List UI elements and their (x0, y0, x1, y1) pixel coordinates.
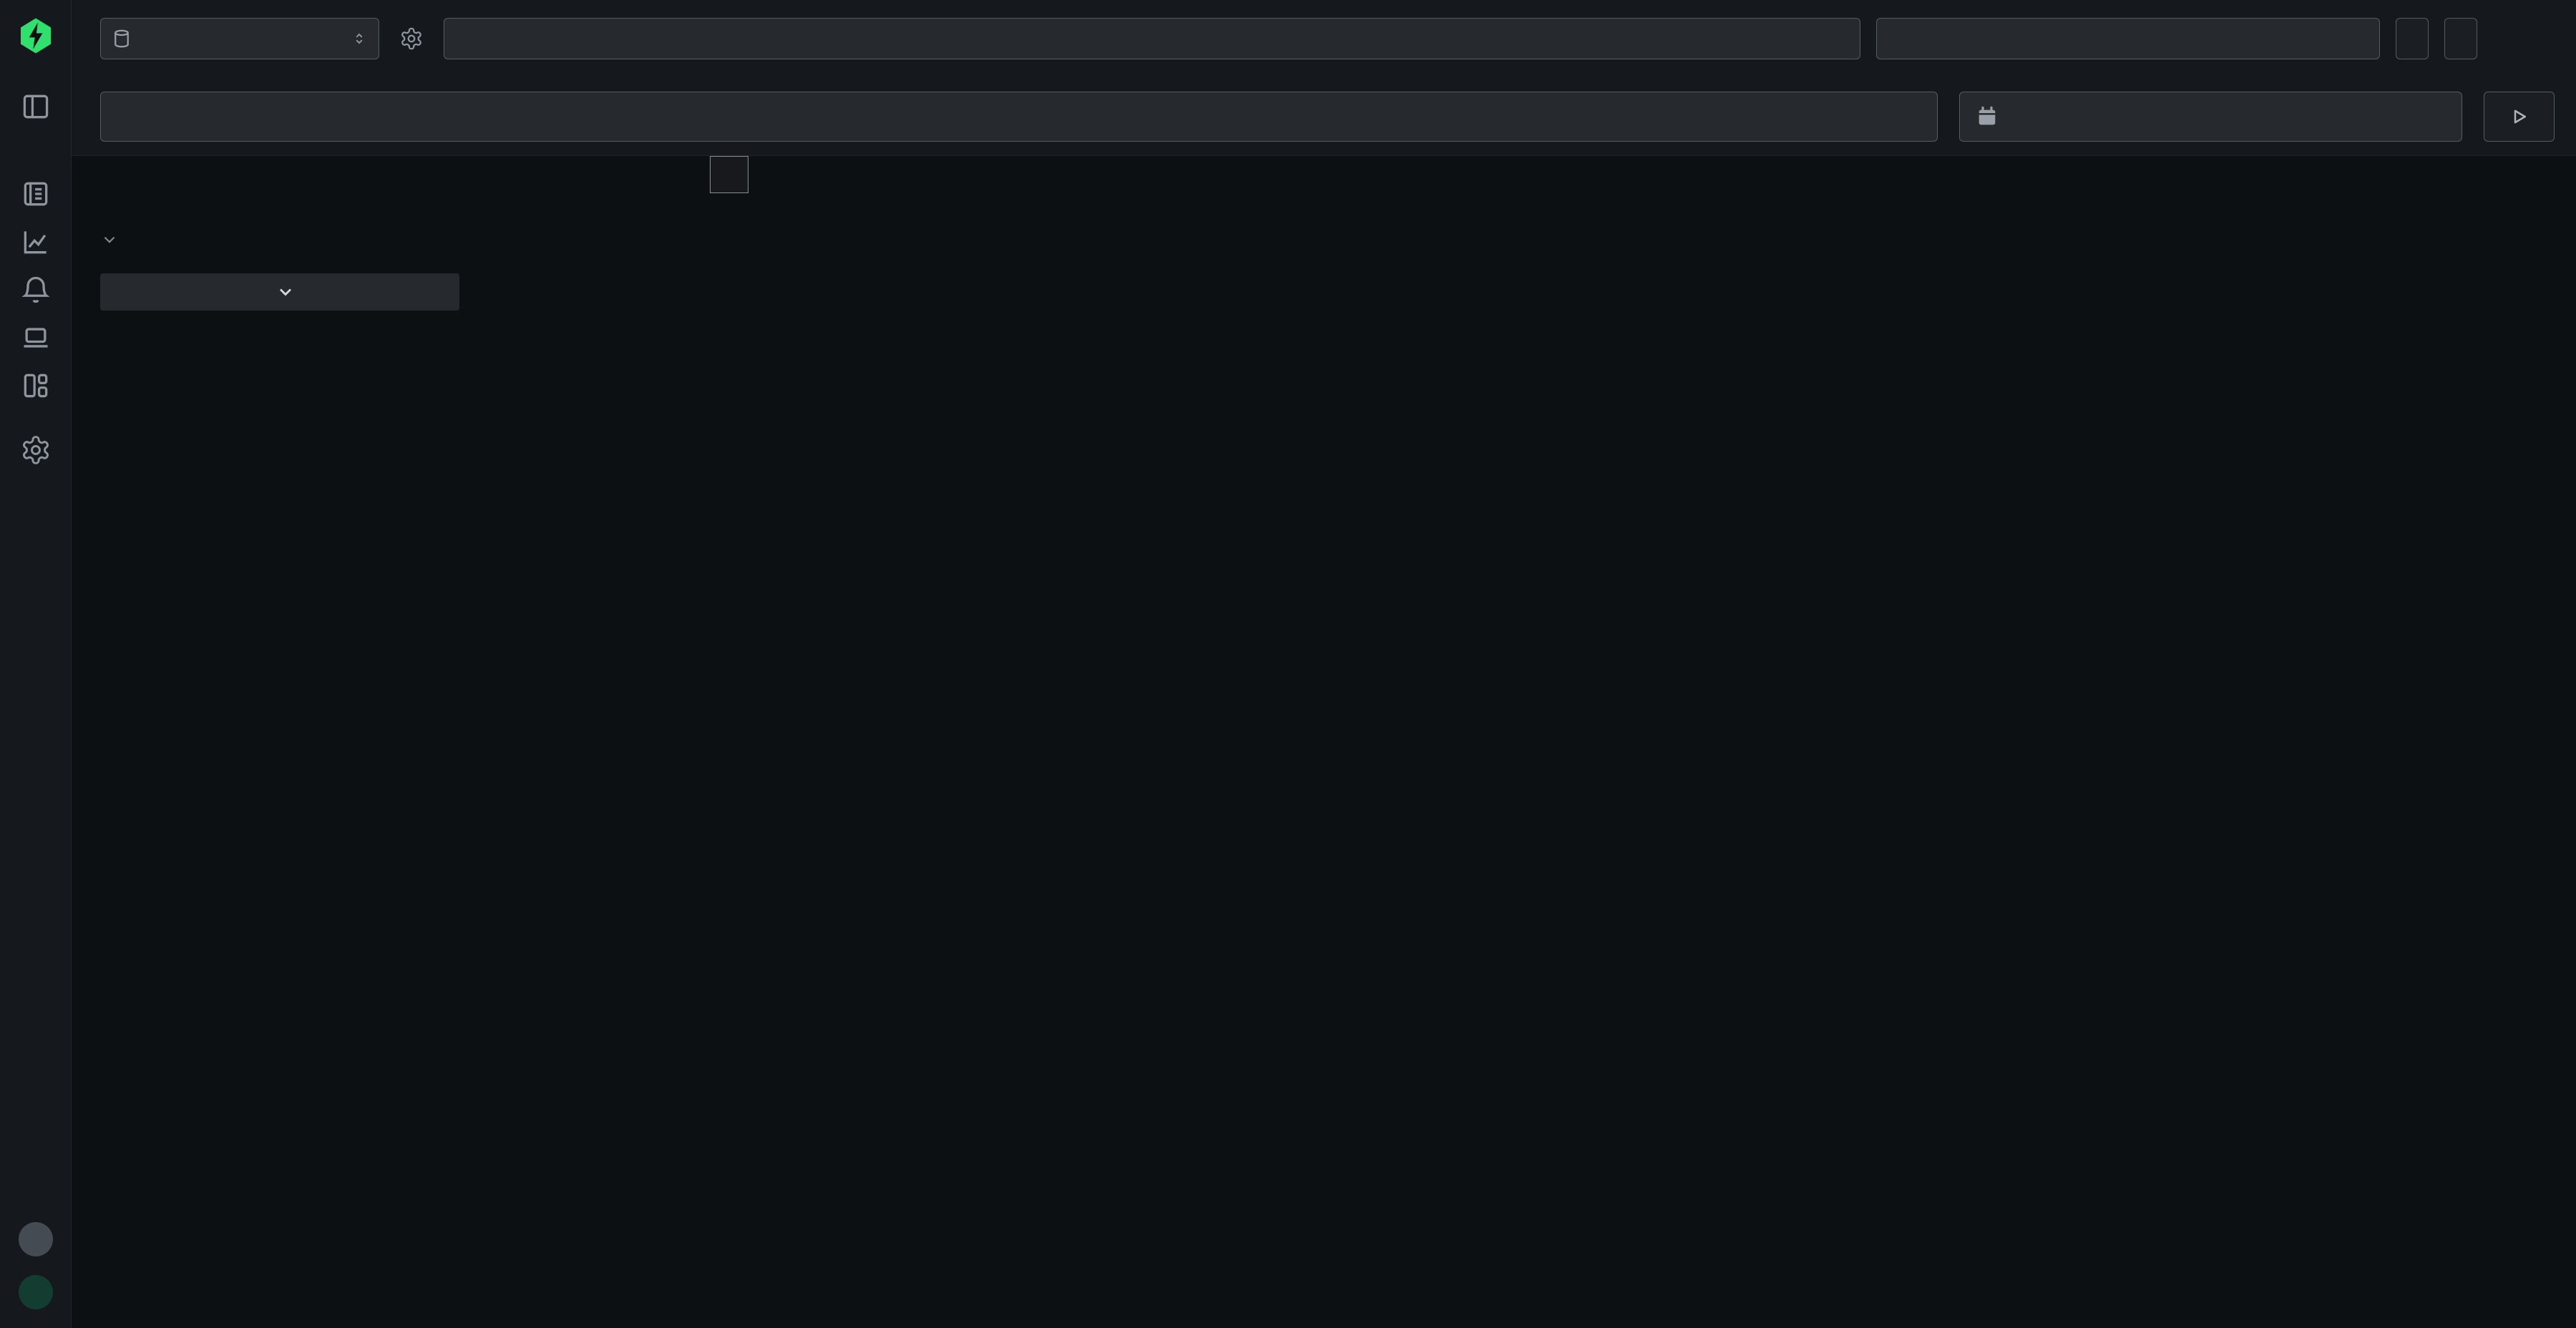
alerts-button[interactable] (2444, 18, 2477, 59)
dashboards-icon[interactable] (19, 369, 52, 402)
search-input[interactable] (118, 104, 1900, 128)
app-root (0, 0, 2576, 1328)
chevron-updown-icon (350, 29, 369, 48)
user-avatar[interactable] (19, 1275, 53, 1309)
icon-rail (0, 0, 72, 1328)
show-more[interactable] (100, 230, 459, 249)
settings-gear-icon[interactable] (19, 434, 52, 467)
rail-bottom-group (19, 1222, 53, 1309)
query-settings-gear-icon[interactable] (395, 22, 428, 55)
more-filters-button[interactable] (100, 273, 459, 311)
chevron-down-icon (100, 230, 119, 249)
events-heatmap[interactable] (472, 156, 2576, 456)
search-box (100, 92, 1938, 142)
order-by-input[interactable] (1876, 18, 2380, 59)
charts-section (472, 156, 2576, 1328)
play-icon (2508, 106, 2529, 127)
help-button[interactable] (19, 1222, 53, 1256)
hyperdx-logo-icon[interactable] (16, 16, 56, 57)
sidebar (72, 156, 472, 1328)
rail-nav-group (19, 177, 52, 402)
search-logs-icon[interactable] (19, 177, 52, 210)
search-row (72, 77, 2576, 156)
select-query-input[interactable] (444, 18, 1860, 59)
database-icon (111, 28, 132, 49)
source-select[interactable] (100, 18, 379, 59)
alerts-bell-icon[interactable] (19, 273, 52, 306)
date-range-picker[interactable] (1959, 92, 2462, 142)
calendar-icon (1976, 105, 1999, 128)
sessions-laptop-icon[interactable] (19, 321, 52, 354)
save-button[interactable] (2396, 18, 2429, 59)
filter-by-selection-tooltip[interactable] (710, 156, 748, 193)
chart-explorer-icon[interactable] (19, 225, 52, 258)
collapse-panel-icon[interactable] (19, 90, 52, 123)
chevron-down-icon (275, 282, 296, 302)
run-query-button[interactable] (2484, 92, 2555, 142)
topbar (72, 0, 2576, 77)
